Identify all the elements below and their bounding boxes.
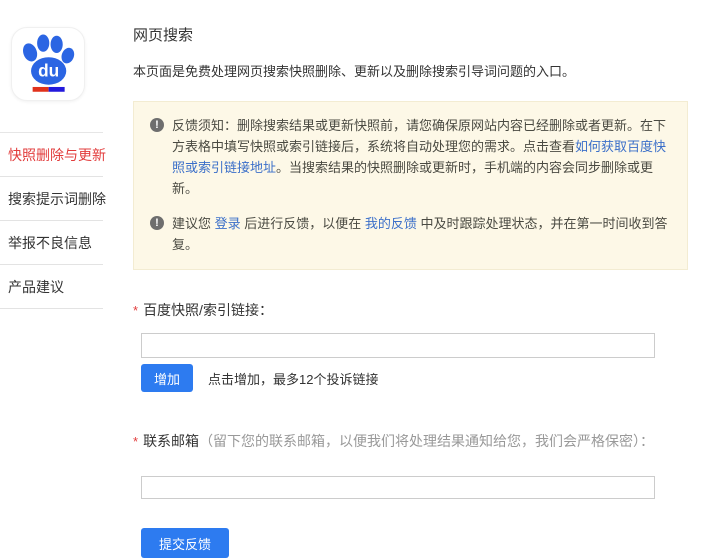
main-content: 网页搜索 本页面是免费处理网页搜索快照删除、更新以及删除搜索引导词问题的入口。 … <box>133 0 688 558</box>
svg-text:du: du <box>38 60 59 80</box>
baidu-logo[interactable]: du <box>11 27 85 101</box>
email-label: 联系邮箱 <box>143 433 200 449</box>
add-hint-text: 点击增加，最多12个投诉链接 <box>208 371 379 387</box>
submit-feedback-button[interactable]: 提交反馈 <box>141 528 229 558</box>
sidebar-item-report-bad-info[interactable]: 举报不良信息 <box>0 221 103 265</box>
email-input[interactable] <box>141 476 655 499</box>
sidebar-item-suggestion-word-delete[interactable]: 搜索提示词删除 <box>0 177 106 221</box>
snapshot-link-input[interactable] <box>141 333 655 358</box>
required-asterisk: * <box>133 434 139 449</box>
my-feedback-link[interactable]: 我的反馈 <box>365 216 417 231</box>
notice-paragraph-1: ! 反馈须知：删除搜索结果或更新快照前，请您确保原网站内容已经删除或者更新。在下方… <box>150 115 671 199</box>
notice-2-mid: 后进行反馈，以便在 <box>240 216 365 231</box>
baidu-paw-icon: du <box>16 30 80 99</box>
page-title: 网页搜索 <box>133 27 194 44</box>
login-link[interactable]: 登录 <box>215 216 241 231</box>
notice-box: ! 反馈须知：删除搜索结果或更新快照前，请您确保原网站内容已经删除或者更新。在下方… <box>133 101 688 270</box>
exclamation-icon: ! <box>150 216 164 230</box>
required-asterisk: * <box>133 303 139 318</box>
add-row: 增加 点击增加，最多12个投诉链接 <box>141 364 688 392</box>
snapshot-link-label: 百度快照/索引链接： <box>143 302 273 318</box>
email-label-note: （留下您的联系邮箱，以便我们将处理结果通知给您，我们会严格保密）： <box>199 433 655 449</box>
exclamation-icon: ! <box>150 118 164 132</box>
sidebar-menu: 快照删除与更新 搜索提示词删除 举报不良信息 产品建议 <box>0 132 106 309</box>
sidebar-item-snapshot-delete-update[interactable]: 快照删除与更新 <box>0 133 106 177</box>
snapshot-link-label-row: * 百度快照/索引链接： <box>133 300 688 320</box>
email-label-row: * 联系邮箱（留下您的联系邮箱，以便我们将处理结果通知给您，我们会严格保密）： <box>133 431 688 451</box>
notice-paragraph-2: ! 建议您 登录 后进行反馈，以便在 我的反馈 中及时跟踪处理状态，并在第一时间收… <box>150 213 671 255</box>
add-button[interactable]: 增加 <box>141 364 193 392</box>
notice-2-prefix: 建议您 <box>172 216 215 231</box>
sidebar-item-product-advice[interactable]: 产品建议 <box>0 265 103 309</box>
page-description: 本页面是免费处理网页搜索快照删除、更新以及删除搜索引导词问题的入口。 <box>133 64 576 79</box>
